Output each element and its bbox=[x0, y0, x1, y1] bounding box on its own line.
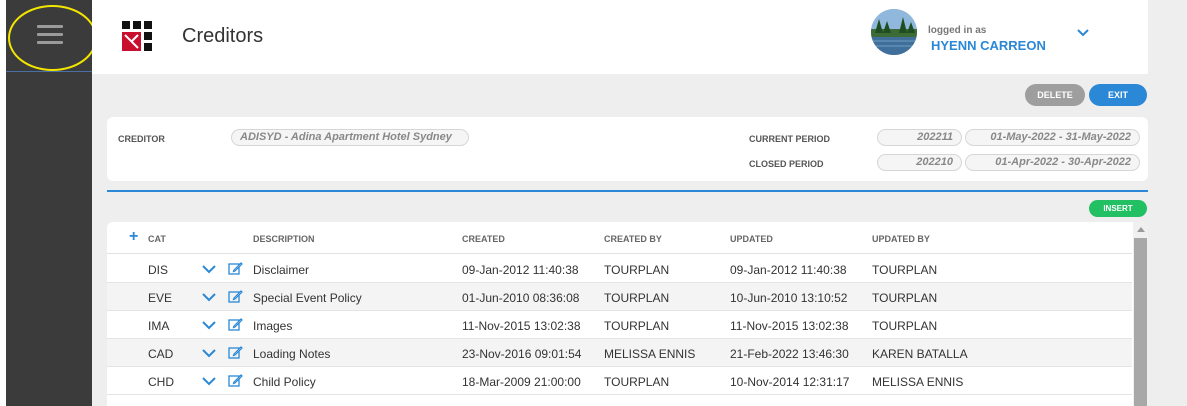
table-row[interactable]: CHD Child Policy 18-Mar-2009 21:00:00 TO… bbox=[107, 367, 1132, 395]
cell-updated: 11-Nov-2015 13:02:38 bbox=[730, 319, 849, 333]
cell-cat: DIS bbox=[148, 263, 169, 277]
add-row-icon[interactable]: + bbox=[129, 228, 138, 246]
cell-description: Disclaimer bbox=[253, 263, 310, 277]
page-title: Creditors bbox=[182, 25, 264, 47]
scroll-up-arrow-icon[interactable] bbox=[1137, 227, 1145, 232]
app-logo bbox=[122, 21, 152, 51]
cell-updated-by: MELISSA ENNIS bbox=[872, 375, 964, 389]
column-header-updated[interactable]: UPDATED bbox=[730, 234, 773, 244]
closed-period-label: CLOSED PERIOD bbox=[749, 159, 824, 169]
cell-created: 11-Nov-2015 13:02:38 bbox=[462, 319, 581, 333]
creditor-info-panel: CREDITOR ADISYD - Adina Apartment Hotel … bbox=[107, 117, 1148, 181]
table-scrollbar[interactable] bbox=[1133, 222, 1148, 406]
cell-created-by: TOURPLAN bbox=[604, 263, 670, 277]
insert-button[interactable]: INSERT bbox=[1089, 200, 1147, 217]
cell-created: 01-Jun-2010 08:36:08 bbox=[462, 291, 580, 305]
creditor-field[interactable]: ADISYD - Adina Apartment Hotel Sydney bbox=[231, 129, 469, 146]
cell-created-by: TOURPLAN bbox=[604, 291, 670, 305]
main-area: Creditors logged in as HYENN CARREON DEL… bbox=[92, 0, 1148, 406]
right-edge bbox=[1148, 0, 1187, 406]
chevron-down-icon[interactable] bbox=[202, 292, 216, 302]
closed-period-code: 202210 bbox=[877, 154, 962, 171]
chevron-down-icon[interactable] bbox=[202, 348, 216, 358]
cell-created-by: MELISSA ENNIS bbox=[604, 347, 696, 361]
cell-created: 23-Nov-2016 09:01:54 bbox=[462, 347, 582, 361]
edit-icon[interactable] bbox=[228, 373, 243, 388]
creditor-label: CREDITOR bbox=[118, 134, 165, 144]
table-header: + CAT DESCRIPTION CREATED CREATED BY UPD… bbox=[107, 222, 1132, 254]
table-row[interactable]: DIS Disclaimer 09-Jan-2012 11:40:38 TOUR… bbox=[107, 255, 1132, 283]
chevron-down-icon[interactable] bbox=[202, 320, 216, 330]
header: Creditors logged in as HYENN CARREON bbox=[92, 0, 1148, 74]
avatar[interactable] bbox=[871, 9, 917, 55]
cell-updated-by: TOURPLAN bbox=[872, 263, 938, 277]
exit-button[interactable]: EXIT bbox=[1089, 84, 1147, 106]
cell-updated: 21-Feb-2022 13:46:30 bbox=[730, 347, 849, 361]
column-header-created-by[interactable]: CREATED BY bbox=[604, 234, 662, 244]
cell-created: 18-Mar-2009 21:00:00 bbox=[462, 375, 581, 389]
cell-updated-by: TOURPLAN bbox=[872, 291, 938, 305]
edit-icon[interactable] bbox=[228, 261, 243, 276]
edit-icon[interactable] bbox=[228, 345, 243, 360]
cell-description: Child Policy bbox=[253, 375, 316, 389]
section-divider bbox=[107, 190, 1148, 192]
scrollbar-thumb[interactable] bbox=[1134, 238, 1147, 406]
table-row[interactable]: EVE Special Event Policy 01-Jun-2010 08:… bbox=[107, 283, 1132, 311]
sidebar bbox=[6, 0, 92, 406]
hamburger-menu-icon[interactable] bbox=[37, 25, 63, 45]
column-header-cat[interactable]: CAT bbox=[148, 234, 166, 244]
table-row[interactable]: CAD Loading Notes 23-Nov-2016 09:01:54 M… bbox=[107, 339, 1132, 367]
current-period-code: 202211 bbox=[877, 129, 962, 146]
cell-updated-by: KAREN BATALLA bbox=[872, 347, 968, 361]
chevron-down-icon[interactable] bbox=[1076, 28, 1090, 38]
chevron-down-icon[interactable] bbox=[202, 264, 216, 274]
cell-cat: CHD bbox=[148, 375, 174, 389]
cell-created-by: TOURPLAN bbox=[604, 375, 670, 389]
cell-description: Loading Notes bbox=[253, 347, 331, 361]
user-name[interactable]: HYENN CARREON bbox=[931, 38, 1046, 53]
column-header-updated-by[interactable]: UPDATED BY bbox=[872, 234, 930, 244]
cell-updated: 10-Nov-2014 12:31:17 bbox=[730, 375, 850, 389]
cell-cat: IMA bbox=[148, 319, 170, 333]
cell-cat: EVE bbox=[148, 291, 173, 305]
closed-period-range: 01-Apr-2022 - 30-Apr-2022 bbox=[965, 154, 1140, 171]
column-header-created[interactable]: CREATED bbox=[462, 234, 505, 244]
table-row[interactable]: IMA Images 11-Nov-2015 13:02:38 TOURPLAN… bbox=[107, 311, 1132, 339]
current-period-range: 01-May-2022 - 31-May-2022 bbox=[965, 129, 1140, 146]
logged-in-label: logged in as bbox=[928, 25, 987, 36]
edit-icon[interactable] bbox=[228, 317, 243, 332]
cell-created-by: TOURPLAN bbox=[604, 319, 670, 333]
cell-cat: CAD bbox=[148, 347, 174, 361]
notes-table: + CAT DESCRIPTION CREATED CREATED BY UPD… bbox=[107, 222, 1148, 406]
delete-button[interactable]: DELETE bbox=[1025, 84, 1085, 106]
current-period-label: CURRENT PERIOD bbox=[749, 134, 831, 144]
cell-description: Images bbox=[253, 319, 293, 333]
cell-description: Special Event Policy bbox=[253, 291, 362, 305]
edit-icon[interactable] bbox=[228, 289, 243, 304]
cell-updated: 10-Jun-2010 13:10:52 bbox=[730, 291, 848, 305]
cell-updated-by: TOURPLAN bbox=[872, 319, 938, 333]
column-header-description[interactable]: DESCRIPTION bbox=[253, 234, 315, 244]
chevron-down-icon[interactable] bbox=[202, 376, 216, 386]
cell-created: 09-Jan-2012 11:40:38 bbox=[462, 263, 579, 277]
sidebar-top bbox=[6, 0, 92, 72]
cell-updated: 09-Jan-2012 11:40:38 bbox=[730, 263, 847, 277]
